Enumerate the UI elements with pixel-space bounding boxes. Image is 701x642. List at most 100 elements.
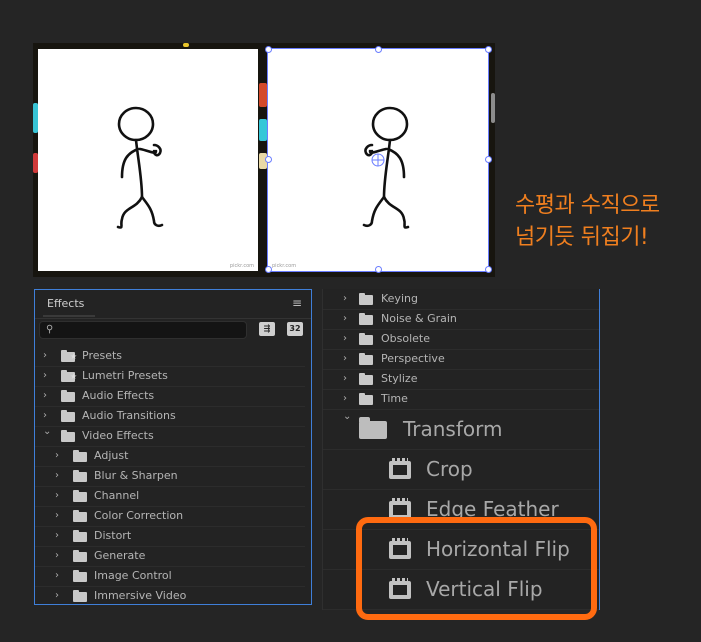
source-frame: pickr.com [38,49,258,271]
folder-icon [61,410,75,422]
chevron-right-icon[interactable]: › [55,566,59,586]
chevron-right-icon[interactable]: › [343,309,347,329]
folder-transform[interactable]: ⌄ Transform [323,409,599,450]
transform-handle[interactable] [375,266,382,273]
folder-icon [73,570,87,582]
transform-handle[interactable] [485,266,492,273]
effect-row[interactable]: Vertical Flip [323,569,599,610]
effect-label: Crop [426,457,473,481]
effects-tree-item[interactable]: › Distort [35,526,305,547]
effects-tree-item-label: Presets [82,349,123,362]
folder-label: Transform [403,417,503,441]
transform-handle[interactable] [485,156,492,163]
folder-icon [73,550,87,562]
video-effect-icon [389,458,411,479]
search-input[interactable]: ⚲ [39,321,247,339]
video-preview: pickr.com pickr.com [33,43,495,277]
folder-row[interactable]: › Time [323,389,599,410]
effects-tree-item[interactable]: › Channel [35,486,305,507]
star-icon: ★ [70,372,78,381]
effects-tree-item[interactable]: › ★ Lumetri Presets [35,366,305,387]
chevron-right-icon[interactable]: › [343,349,347,369]
hamburger-icon[interactable]: ≡ [292,296,302,310]
chevron-right-icon[interactable]: › [55,446,59,466]
effects-tree-item-label: Lumetri Presets [82,369,168,382]
caption-line-1: 수평과 수직으로 [515,193,660,218]
star-icon: ★ [70,352,78,361]
transform-handle[interactable] [375,46,382,53]
effect-row[interactable]: Horizontal Flip [323,529,599,570]
chevron-right-icon[interactable]: › [55,486,59,506]
folder-label: Perspective [381,352,445,365]
accelerated-effects-icon[interactable]: ⇶ [259,322,275,336]
effects-tree-item[interactable]: › Audio Transitions [35,406,305,427]
effects-tree-item[interactable]: › Immersive Video [35,586,305,604]
chevron-right-icon[interactable]: › [343,369,347,389]
folder-icon [359,393,373,405]
folder-icon [359,333,373,345]
effects-tree-item[interactable]: ⌄ Video Effects [35,426,305,447]
effects-tree-item[interactable]: › ★ Presets [35,346,305,367]
video-effect-icon [389,538,411,559]
folder-row[interactable]: › Perspective [323,349,599,370]
folder-icon [73,590,87,602]
stick-figure-flipped [362,106,410,229]
chevron-right-icon[interactable]: › [343,289,347,309]
neon-light [491,93,495,123]
transform-handle[interactable] [265,46,272,53]
effects-tree-item[interactable]: › Blur & Sharpen [35,466,305,487]
chevron-right-icon[interactable]: › [55,586,59,604]
chevron-down-icon[interactable]: ⌄ [43,422,51,442]
32bit-effects-button[interactable]: 32 [287,322,303,336]
transform-handle[interactable] [265,266,272,273]
effects-tree-item[interactable]: › Generate [35,546,305,567]
folder-row[interactable]: › Keying [323,289,599,310]
effects-tree-item-label: Audio Transitions [82,409,176,422]
effects-panel: Effects ≡ ⚲ ⇶ 32 › ★ Presets › ★ Lumetri Pres… [34,289,312,605]
chevron-right-icon[interactable]: › [55,506,59,526]
effects-tree-item-label: Blur & Sharpen [94,469,178,482]
chevron-right-icon[interactable]: › [55,546,59,566]
transform-handle[interactable] [485,46,492,53]
video-effect-icon [389,498,411,519]
folder-row[interactable]: › Stylize [323,369,599,390]
caption-line-2: 넘기듯 뒤집기! [515,225,649,250]
effects-tree-item-label: Audio Effects [82,389,155,402]
folder-icon [61,430,75,442]
effects-tree-item-label: Distort [94,529,132,542]
effects-tree-item[interactable]: › Color Correction [35,506,305,527]
effects-tree-item-label: Color Correction [94,509,184,522]
effect-label: Vertical Flip [426,577,543,601]
folder-label: Keying [381,292,418,305]
folder-icon [359,417,387,439]
folder-icon [359,313,373,325]
folder-icon [73,510,87,522]
panel-title[interactable]: Effects [47,297,84,310]
effects-tree-item-label: Channel [94,489,140,502]
effects-panel-zoom: › Keying › Noise & Grain › Obsolete › Perspecti… [322,289,600,610]
effects-tree-item[interactable]: › Adjust [35,446,305,467]
chevron-right-icon[interactable]: › [43,346,47,366]
chevron-right-icon[interactable]: › [343,329,347,349]
effects-tree-item-label: Image Control [94,569,172,582]
folder-row[interactable]: › Obsolete [323,329,599,350]
program-frame[interactable]: pickr.com [267,48,489,272]
folder-icon [359,293,373,305]
chevron-right-icon[interactable]: › [43,366,47,386]
folder-row[interactable]: › Noise & Grain [323,309,599,330]
folder-label: Obsolete [381,332,431,345]
transform-handle[interactable] [265,156,272,163]
effect-row[interactable]: Crop [323,449,599,490]
chevron-right-icon[interactable]: › [43,386,47,406]
effect-row[interactable]: Edge Feather [323,489,599,530]
chevron-right-icon[interactable]: › [55,526,59,546]
folder-label: Noise & Grain [381,312,457,325]
chevron-right-icon[interactable]: › [55,466,59,486]
effects-tree-item[interactable]: › Audio Effects [35,386,305,407]
chevron-down-icon[interactable]: ⌄ [343,397,351,437]
folder-icon [359,373,373,385]
image-credit: pickr.com [229,263,254,269]
folder-icon [73,530,87,542]
effects-tree-item-label: Immersive Video [94,589,187,602]
effects-tree-item[interactable]: › Image Control [35,566,305,587]
